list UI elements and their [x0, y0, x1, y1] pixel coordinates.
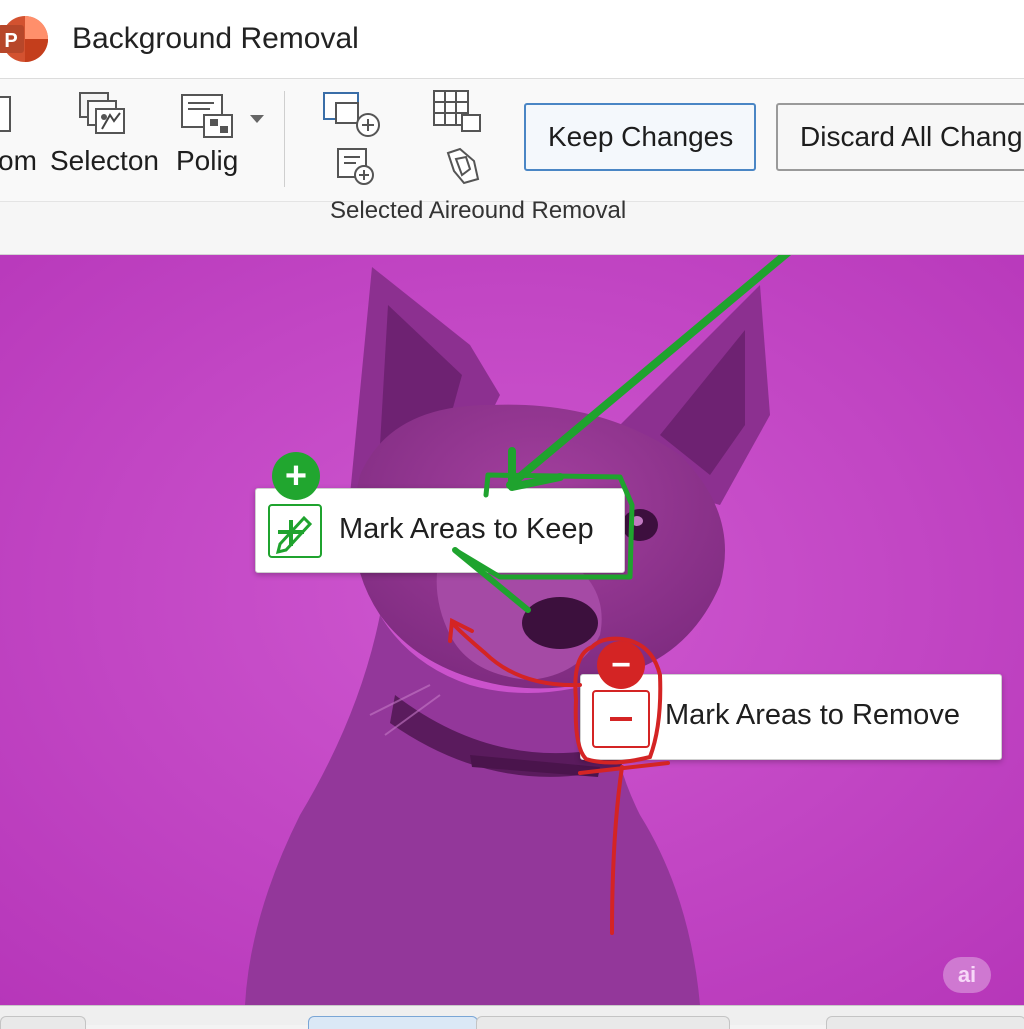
polygon-icon	[181, 94, 233, 138]
shape-icon[interactable]	[444, 145, 484, 187]
mark-areas-to-remove-label: Mark Areas to Remove	[665, 699, 960, 731]
ribbon-group-caption: Selected Aireound Removal	[330, 197, 627, 224]
mark-areas-to-remove-callout[interactable]: Mark Areas to Remove	[580, 674, 1002, 760]
image-canvas[interactable]: Mark Areas to Keep + Mark Areas to Remov…	[0, 255, 1024, 1005]
zoom-button[interactable]: om	[0, 79, 44, 191]
ribbon-separator	[284, 91, 285, 187]
remove-circle-icon: −	[597, 641, 645, 689]
add-area-icon[interactable]	[322, 91, 382, 139]
zoom-label: om	[0, 145, 37, 176]
status-bar	[0, 1005, 1024, 1029]
pencil-plus-icon	[268, 504, 322, 558]
title-bar: P Background Removal	[0, 0, 1024, 79]
window-title: Background Removal	[72, 22, 359, 55]
powerpoint-app-icon: P	[0, 16, 48, 62]
selection-icon	[79, 92, 125, 134]
status-tab-middle[interactable]	[476, 1016, 730, 1029]
mark-areas-to-keep-callout[interactable]: Mark Areas to Keep	[255, 488, 625, 573]
remove-area-icon[interactable]	[334, 145, 382, 187]
app-icon-letter: P	[4, 30, 17, 52]
status-tab-right[interactable]	[826, 1016, 1024, 1029]
ribbon: om Selecton Polig Keep Changes Discard A…	[0, 79, 1024, 255]
keep-changes-button[interactable]: Keep Changes	[524, 103, 756, 171]
status-tab-left[interactable]	[0, 1016, 86, 1029]
dog-photo	[0, 255, 1024, 1005]
grid-icon[interactable]	[432, 89, 484, 135]
ai-watermark-badge: ai	[943, 957, 991, 993]
remove-symbol: −	[611, 645, 631, 684]
add-circle-icon: +	[272, 452, 320, 500]
polygon-button[interactable]: Polig	[176, 79, 272, 191]
discard-label: Discard All Chang	[800, 121, 1023, 152]
polygon-label: Polig	[176, 145, 239, 176]
zoom-icon	[0, 96, 11, 132]
status-tab-active[interactable]	[308, 1016, 478, 1029]
selection-button[interactable]: Selecton	[50, 79, 162, 191]
add-symbol: +	[284, 454, 308, 497]
chevron-down-icon[interactable]	[248, 113, 266, 125]
discard-all-changes-button[interactable]: Discard All Chang	[776, 103, 1024, 171]
mark-areas-to-keep-label: Mark Areas to Keep	[339, 513, 594, 545]
selection-label: Selecton	[50, 145, 159, 176]
remove-box-icon	[592, 690, 650, 748]
keep-changes-label: Keep Changes	[548, 121, 734, 152]
